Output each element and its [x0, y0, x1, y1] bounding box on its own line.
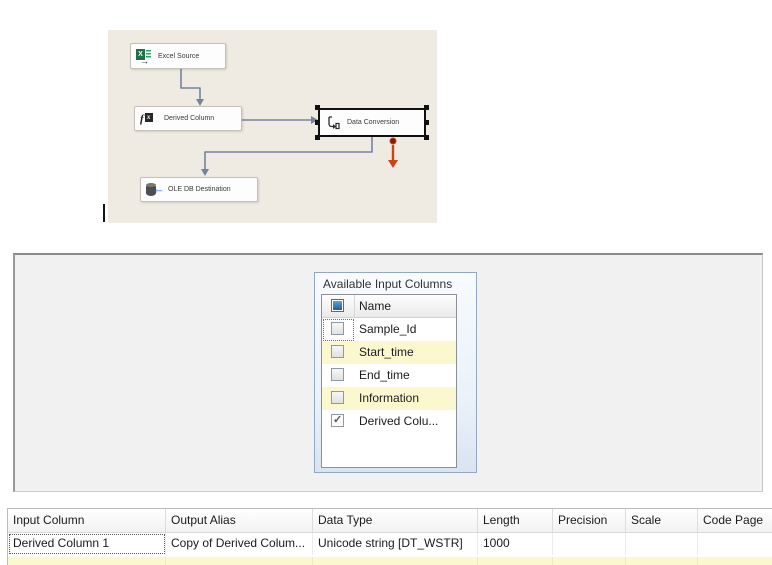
column-checkbox[interactable]: [331, 322, 344, 335]
column-checkbox[interactable]: [331, 391, 344, 404]
list-item[interactable]: End_time: [322, 364, 456, 387]
header-precision: Precision: [553, 509, 626, 532]
cell-scale[interactable]: [626, 533, 698, 555]
selection-handle[interactable]: [315, 119, 320, 125]
node-derived-column[interactable]: fx Derived Column: [134, 106, 242, 131]
header-code-page: Code Page: [703, 513, 764, 527]
table-row: Derived Column 1 Copy of Derived Colum..…: [8, 533, 772, 555]
error-output-arrowhead: [388, 160, 398, 168]
cell-precision[interactable]: [553, 533, 626, 555]
node-label: OLE DB Destination: [168, 186, 231, 193]
text-cursor: [103, 204, 105, 222]
header-length: Length: [478, 509, 553, 532]
input-columns-list: Name Sample_Id Start_time End_time Infor…: [321, 294, 457, 468]
node-label: Excel Source: [158, 52, 200, 60]
connector-arrowhead-derived: [196, 99, 204, 106]
selection-handle[interactable]: [315, 105, 320, 110]
table-row-empty[interactable]: [8, 557, 772, 565]
node-excel-source[interactable]: X → Excel Source: [130, 43, 226, 69]
list-item[interactable]: Start_time: [322, 341, 456, 364]
node-ole-db-destination[interactable]: ← OLE DB Destination: [140, 177, 258, 202]
column-checkbox[interactable]: [331, 413, 344, 427]
name-column-header: Name: [359, 299, 392, 313]
data-conversion-editor-screen: X → Excel Source fx Derived Column Data …: [0, 0, 772, 565]
node-label: Data Conversion: [347, 119, 400, 126]
database-icon: ←: [146, 181, 165, 198]
header-data-type: Data Type: [313, 509, 478, 532]
connector-excel-to-derived[interactable]: [180, 69, 201, 100]
dataflow-designer-canvas: X → Excel Source fx Derived Column Data …: [108, 30, 437, 223]
grid-header-row: Input Column Output Alias Data Type Leng…: [8, 509, 772, 533]
selection-handle[interactable]: [424, 135, 429, 140]
node-data-conversion[interactable]: Data Conversion: [315, 105, 429, 140]
cell-output-alias[interactable]: Copy of Derived Colum...: [166, 533, 313, 555]
data-conversion-icon: [325, 115, 341, 131]
error-output-dot[interactable]: [389, 137, 397, 145]
select-all-checkbox[interactable]: [331, 299, 344, 312]
cell-data-type[interactable]: Unicode string [DT_WSTR]: [313, 533, 478, 555]
panel-title: Available Input Columns: [323, 277, 453, 291]
cell-input-column[interactable]: Derived Column 1: [8, 533, 166, 555]
selection-handle[interactable]: [315, 135, 320, 140]
list-header: Name: [322, 295, 456, 318]
column-separator: [354, 295, 355, 317]
list-item[interactable]: Sample_Id: [322, 318, 456, 341]
connector-dataconversion-to-oledb[interactable]: [204, 137, 373, 170]
cell-code-page[interactable]: [698, 533, 772, 555]
fx-icon: fx: [140, 111, 158, 127]
header-scale: Scale: [626, 509, 698, 532]
header-output-alias: Output Alias: [166, 509, 313, 532]
list-item[interactable]: Derived Colu...: [322, 410, 456, 433]
available-input-columns-panel: Available Input Columns Name Sample_Id S…: [314, 272, 477, 473]
cell-length[interactable]: 1000: [478, 533, 553, 555]
column-checkbox[interactable]: [331, 368, 344, 381]
conversion-mapping-grid: Input Column Output Alias Data Type Leng…: [7, 508, 772, 565]
list-item[interactable]: Information: [322, 387, 456, 410]
header-input-column: Input Column: [8, 509, 166, 532]
selection-handle[interactable]: [424, 119, 429, 125]
excel-icon: X →: [136, 48, 152, 66]
column-checkbox[interactable]: [331, 345, 344, 358]
list-rows: Sample_Id Start_time End_time Informatio…: [322, 318, 456, 433]
selection-handle[interactable]: [424, 105, 429, 110]
node-label: Derived Column: [164, 115, 215, 122]
connector-arrowhead-oledb: [201, 169, 209, 176]
